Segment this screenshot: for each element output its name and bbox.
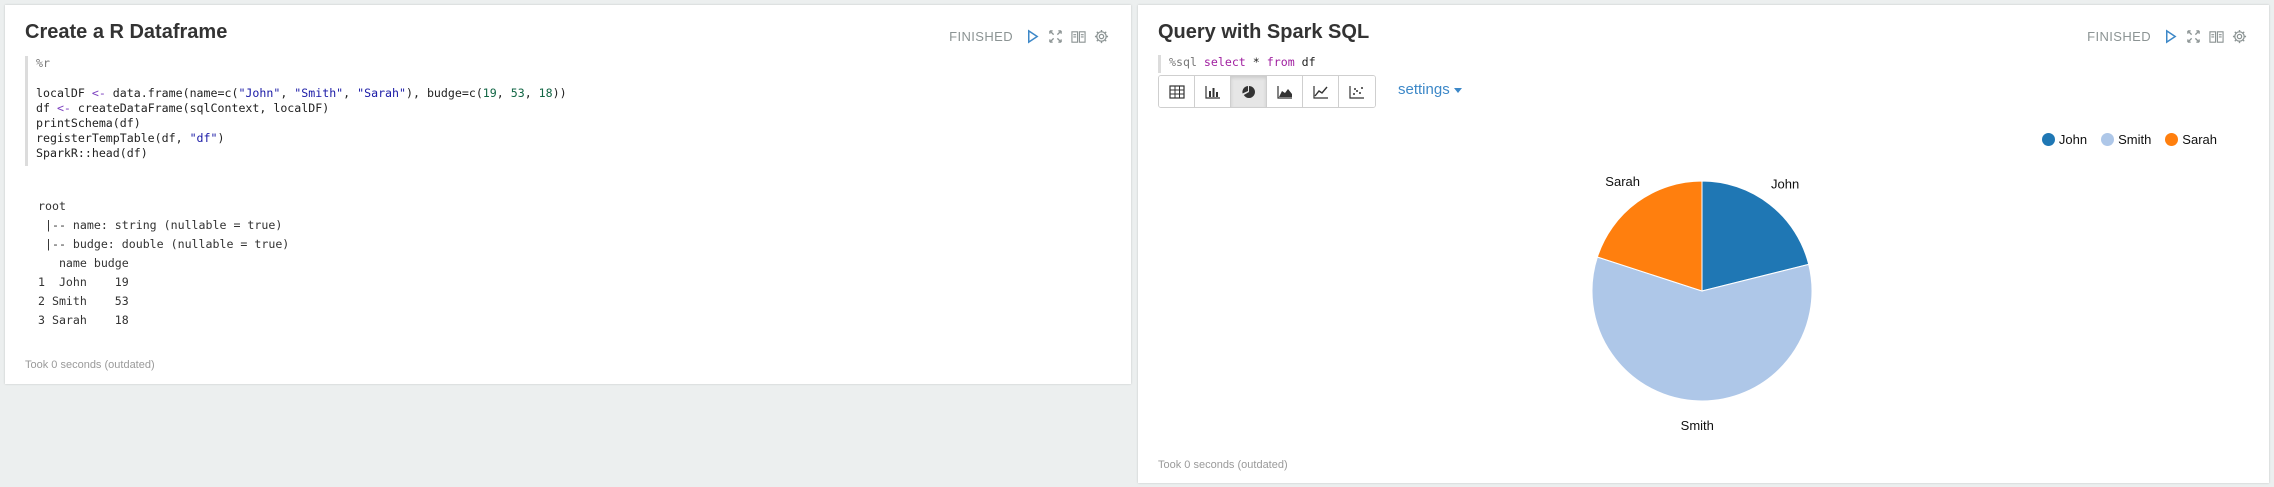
code-line: %r <box>36 56 1121 71</box>
code-token: ), budge=c( <box>406 86 483 100</box>
code-token: printSchema(df) <box>36 116 141 130</box>
code-token: %r <box>36 56 50 70</box>
paragraph-output: root |-- name: string (nullable = true) … <box>38 197 289 330</box>
output-line: |-- budge: double (nullable = true) <box>38 237 290 251</box>
book-icon[interactable] <box>1071 29 1086 44</box>
output-line: 1 John 19 <box>38 275 129 289</box>
code-editor[interactable]: %r localDF <- data.frame(name=c("John", "… <box>25 56 1121 166</box>
code-token: , <box>343 86 358 100</box>
code-token: localDF <box>36 86 92 100</box>
output-line: name budge <box>38 256 129 270</box>
paragraph-title[interactable]: Create a R Dataframe <box>25 21 227 44</box>
code-token: , <box>524 86 539 100</box>
code-token: "df" <box>189 131 218 145</box>
output-line: root <box>38 199 66 213</box>
code-token: 53 <box>510 86 525 100</box>
paragraph-footer: Took 0 seconds (outdated) <box>1158 459 1288 471</box>
paragraph-status: FINISHED <box>949 29 1013 44</box>
pie-label-smith: Smith <box>1681 418 1714 433</box>
code-token: "John" <box>238 86 281 100</box>
paragraph-controls: FINISHED <box>949 29 1109 44</box>
code-line: localDF <- data.frame(name=c("John", "Sm… <box>36 86 1121 101</box>
output-line: 2 Smith 53 <box>38 294 129 308</box>
expand-icon[interactable] <box>1048 29 1063 44</box>
code-token: )) <box>552 86 567 100</box>
output-line: |-- name: string (nullable = true) <box>38 218 283 232</box>
code-token: createDataFrame(sqlContext, localDF) <box>70 101 330 115</box>
code-token: SparkR::head(df) <box>36 146 148 160</box>
code-line: SparkR::head(df) <box>36 146 1121 161</box>
output-line: 3 Sarah 18 <box>38 313 129 327</box>
paragraph-create-dataframe: Create a R Dataframe FINISHED %r localDF … <box>5 5 1131 384</box>
code-token: ) <box>217 131 225 145</box>
pie-label-john: John <box>1771 177 1799 192</box>
run-icon[interactable] <box>1025 29 1040 44</box>
pie-label-sarah: Sarah <box>1605 174 1640 189</box>
code-line: registerTempTable(df, "df") <box>36 131 1121 146</box>
paragraph-footer: Took 0 seconds (outdated) <box>25 359 155 371</box>
code-token: "Sarah" <box>357 86 407 100</box>
code-token: <- <box>56 101 71 115</box>
code-line: df <- createDataFrame(sqlContext, localD… <box>36 101 1121 116</box>
pie-chart: John Smith Sarah <box>1591 174 1813 433</box>
code-token: 18 <box>538 86 553 100</box>
code-token: , <box>496 86 511 100</box>
code-token: "Smith" <box>294 86 344 100</box>
gear-icon[interactable] <box>1094 29 1109 44</box>
code-token: data.frame(name=c( <box>105 86 239 100</box>
code-token: df <box>36 101 57 115</box>
code-token: 19 <box>482 86 497 100</box>
code-token: registerTempTable(df, <box>36 131 190 145</box>
code-token: <- <box>91 86 106 100</box>
code-token: , <box>280 86 295 100</box>
code-line: printSchema(df) <box>36 116 1121 131</box>
paragraph-spark-sql: Query with Spark SQL FINISHED %sql selec… <box>1138 5 2269 483</box>
